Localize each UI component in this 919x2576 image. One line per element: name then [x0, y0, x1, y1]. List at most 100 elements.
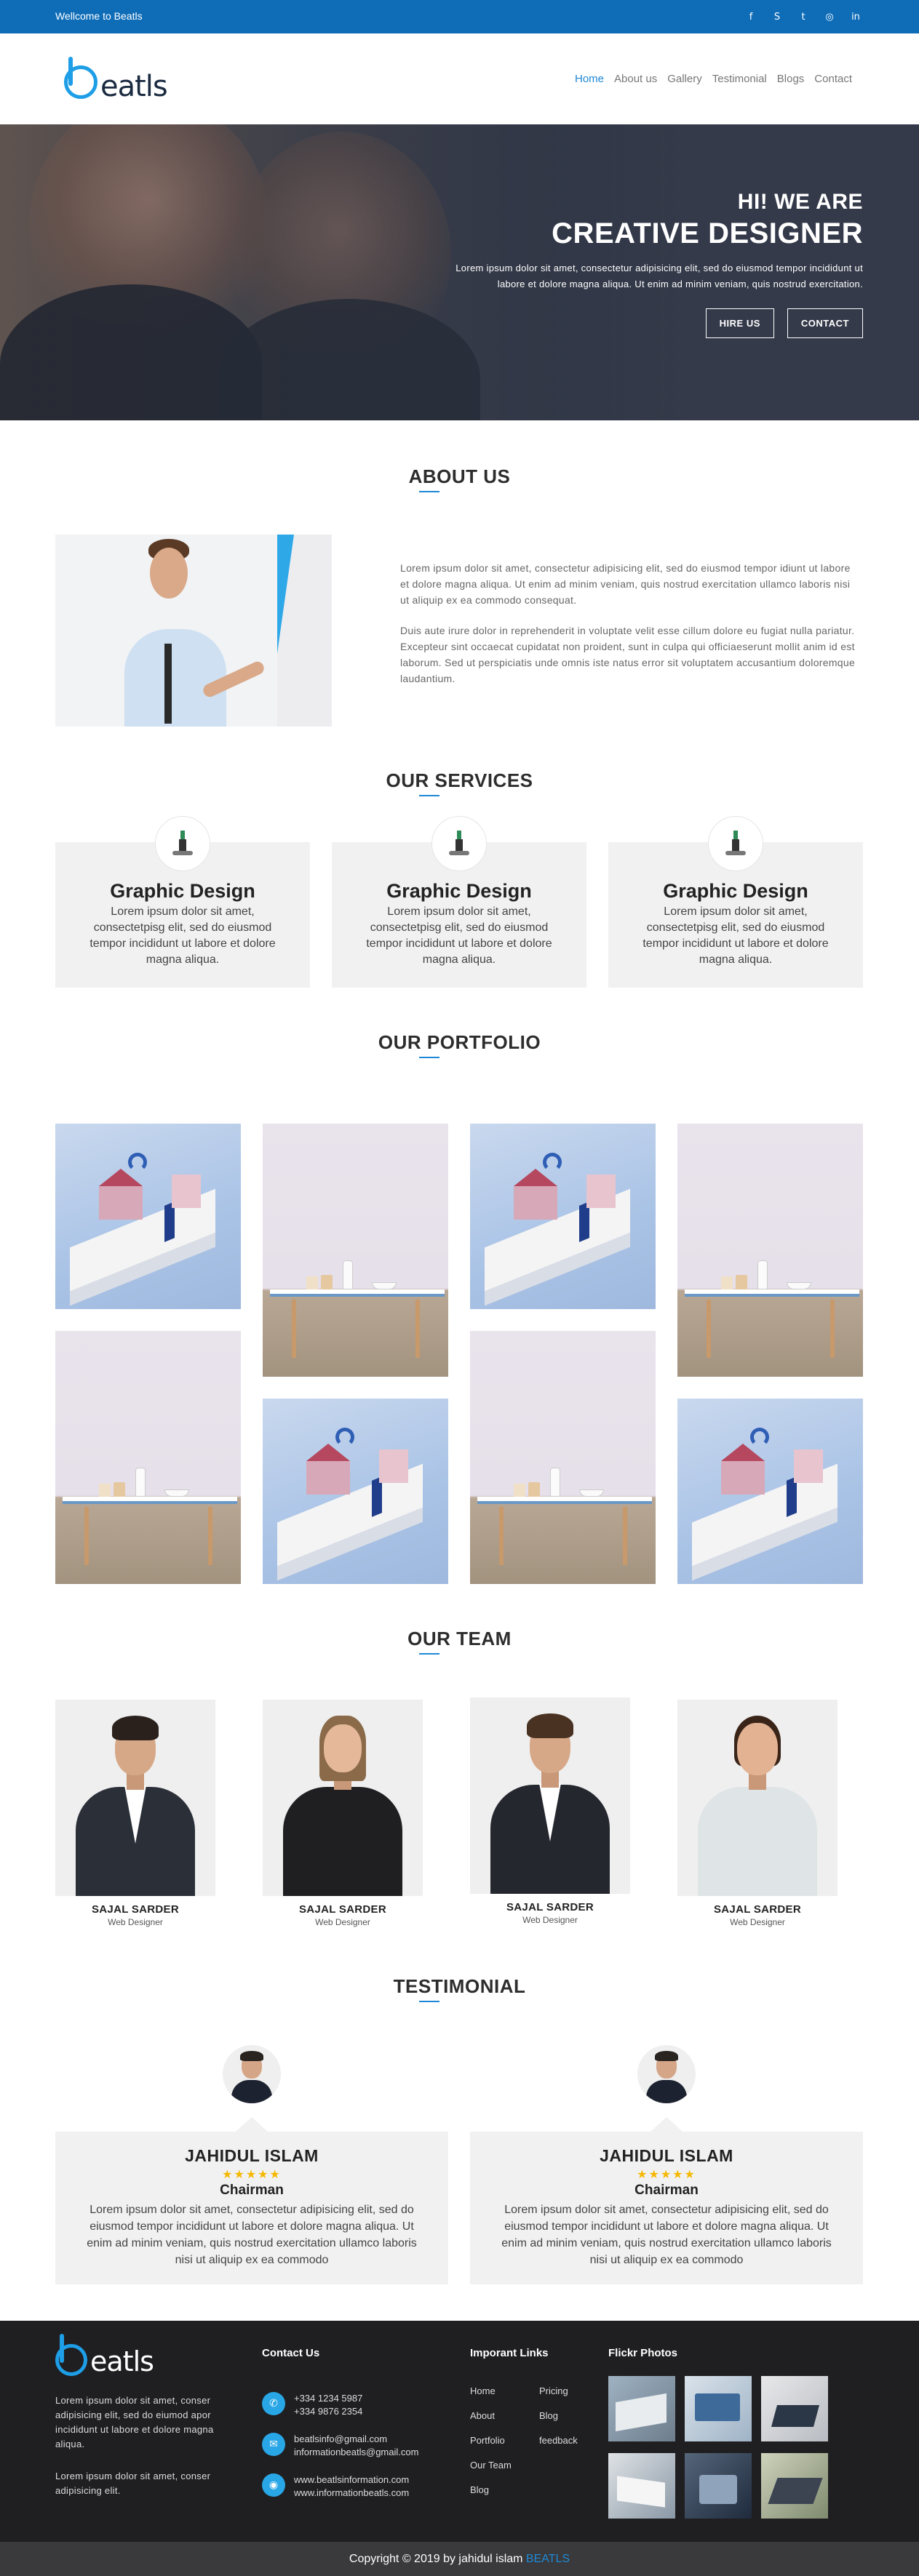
- facebook-icon[interactable]: f: [743, 9, 759, 25]
- team-name: SAJAL SARDER: [713, 1903, 801, 1916]
- copyright-brand-link[interactable]: BEATLS: [526, 2553, 570, 2565]
- portfolio-item[interactable]: [677, 1124, 863, 1377]
- team-role: Web Designer: [730, 1917, 785, 1927]
- contact-title: Contact Us: [262, 2347, 320, 2359]
- testimonial-role: Chairman: [220, 2183, 284, 2198]
- portfolio-item[interactable]: [470, 1124, 656, 1309]
- flickr-photo[interactable]: [685, 2376, 752, 2441]
- site-header: eatls Home About us Gallery Testimonial …: [0, 33, 919, 124]
- phone-icon: ✆: [262, 2392, 285, 2415]
- welcome-text: Wellcome to Beatls: [55, 10, 143, 22]
- website-contact: ◉ www.beatlsinformation.com www.informati…: [262, 2473, 409, 2500]
- links-title: Imporant Links: [470, 2347, 549, 2359]
- footer-link-team[interactable]: Our Team: [470, 2460, 512, 2471]
- nav-gallery[interactable]: Gallery: [667, 73, 702, 85]
- portfolio-title: OUR PORTFOLIO: [0, 1031, 919, 1058]
- testimonial-avatar: [223, 2045, 281, 2103]
- team-photo: [263, 1700, 423, 1896]
- portfolio-item[interactable]: [470, 1331, 656, 1584]
- rating-stars-icon: ★★★★★: [222, 2167, 282, 2181]
- team-photo: [55, 1700, 215, 1896]
- service-title: Graphic Design: [110, 880, 255, 902]
- flickr-photo[interactable]: [685, 2453, 752, 2519]
- testimonial-text: Lorem ipsum dolor sit amet, consectetur …: [501, 2204, 832, 2266]
- about-text: Lorem ipsum dolor sit amet, consectetur …: [400, 562, 856, 684]
- testimonial-text: Lorem ipsum dolor sit amet, consectetur …: [87, 2204, 417, 2266]
- portfolio-item[interactable]: [55, 1331, 241, 1584]
- footer-about: Lorem ipsum dolor sit amet, conser adipi…: [55, 2395, 214, 2496]
- phone-contact: ✆ +334 1234 5987 +334 9876 2354: [262, 2392, 362, 2418]
- site-footer: eatls Lorem ipsum dolor sit amet, conser…: [0, 2321, 919, 2542]
- footer-link-about[interactable]: About: [470, 2410, 495, 2421]
- nav-contact[interactable]: Contact: [814, 73, 852, 85]
- footer-link-feedback[interactable]: feedback: [539, 2435, 578, 2446]
- pen-tool-icon: [708, 816, 763, 871]
- copyright-bar: Copyright © 2019 by jahidul islam BEATLS: [0, 2542, 919, 2576]
- service-card: Graphic Design Lorem ipsum dolor sit ame…: [332, 816, 586, 988]
- portfolio-item[interactable]: [263, 1399, 448, 1584]
- hero-greeting: HI! WE ARE: [737, 190, 863, 214]
- pen-tool-icon: [155, 816, 210, 871]
- team-role: Web Designer: [522, 1915, 578, 1925]
- portfolio-item[interactable]: [55, 1124, 241, 1309]
- service-title: Graphic Design: [663, 880, 808, 902]
- team-photo: [470, 1697, 630, 1894]
- footer-link-pricing[interactable]: Pricing: [539, 2385, 568, 2396]
- rating-stars-icon: ★★★★★: [637, 2167, 696, 2181]
- flickr-photo[interactable]: [608, 2376, 675, 2441]
- footer-link-portfolio[interactable]: Portfolio: [470, 2435, 505, 2446]
- team-member[interactable]: SAJAL SARDER Web Designer: [470, 1697, 630, 1925]
- team-member[interactable]: SAJAL SARDER Web Designer: [55, 1700, 215, 1927]
- team-member[interactable]: SAJAL SARDER Web Designer: [263, 1700, 423, 1927]
- hero-banner: HI! WE ARE CREATIVE DESIGNER Lorem ipsum…: [0, 124, 919, 420]
- instagram-icon[interactable]: ◎: [821, 9, 838, 25]
- team-photo: [677, 1700, 838, 1896]
- team-member[interactable]: SAJAL SARDER Web Designer: [677, 1700, 838, 1927]
- testimonial-card: JAHIDUL ISLAM ★★★★★ Chairman Lorem ipsum…: [470, 2117, 863, 2284]
- team-role: Web Designer: [315, 1917, 370, 1927]
- twitter-icon[interactable]: t: [795, 9, 811, 25]
- hero-description: Lorem ipsum dolor sit amet, consectetur …: [455, 263, 863, 289]
- team-title: OUR TEAM: [0, 1628, 919, 1655]
- flickr-title: Flickr Photos: [608, 2347, 678, 2359]
- nav-blogs[interactable]: Blogs: [777, 73, 805, 85]
- globe-icon: ◉: [262, 2473, 285, 2497]
- site-logo[interactable]: eatls: [64, 57, 168, 103]
- testimonial-name: JAHIDUL ISLAM: [600, 2146, 733, 2165]
- flickr-photo[interactable]: [608, 2453, 675, 2519]
- nav-home[interactable]: Home: [575, 73, 604, 85]
- envelope-icon: ✉: [262, 2433, 285, 2456]
- portfolio-item[interactable]: [677, 1399, 863, 1584]
- testimonial-card: JAHIDUL ISLAM ★★★★★ Chairman Lorem ipsum…: [55, 2117, 448, 2284]
- top-bar: Wellcome to Beatls f S t ◎ in: [0, 0, 919, 33]
- footer-link-blog[interactable]: Blog: [470, 2484, 489, 2495]
- email-contact: ✉ beatlsinfo@gmail.com informationbeatls@…: [262, 2433, 418, 2459]
- skype-icon[interactable]: S: [769, 9, 785, 25]
- main-nav: Home About us Gallery Testimonial Blogs …: [575, 73, 852, 85]
- testimonial-avatar: [637, 2045, 696, 2103]
- services-title: OUR SERVICES: [0, 769, 919, 796]
- footer-link-blog-2[interactable]: Blog: [539, 2410, 558, 2421]
- testimonial-name: JAHIDUL ISLAM: [185, 2146, 319, 2165]
- team-name: SAJAL SARDER: [298, 1903, 386, 1916]
- nav-testimonial[interactable]: Testimonial: [712, 73, 767, 85]
- testimonial-title: TESTIMONIAL: [0, 1975, 919, 2002]
- pen-tool-icon: [431, 816, 487, 871]
- portfolio-item[interactable]: [263, 1124, 448, 1377]
- hire-us-button[interactable]: HIRE US: [705, 308, 774, 338]
- flickr-photo[interactable]: [761, 2453, 828, 2519]
- service-desc: Lorem ipsum dolor sit amet, consectetpis…: [89, 905, 276, 966]
- team-name: SAJAL SARDER: [506, 1901, 594, 1913]
- nav-about[interactable]: About us: [614, 73, 657, 85]
- contact-button[interactable]: CONTACT: [787, 308, 863, 338]
- flickr-photo[interactable]: [761, 2376, 828, 2441]
- service-desc: Lorem ipsum dolor sit amet, consectetpis…: [366, 905, 552, 966]
- footer-logo[interactable]: eatls: [55, 2334, 157, 2380]
- social-links: f S t ◎ in: [743, 9, 864, 25]
- linkedin-icon[interactable]: in: [848, 9, 864, 25]
- about-image: [55, 535, 332, 727]
- footer-link-home[interactable]: Home: [470, 2385, 496, 2396]
- service-desc: Lorem ipsum dolor sit amet, consectetpis…: [642, 905, 829, 966]
- hero-title: CREATIVE DESIGNER: [552, 217, 863, 249]
- about-title: ABOUT US: [0, 465, 919, 492]
